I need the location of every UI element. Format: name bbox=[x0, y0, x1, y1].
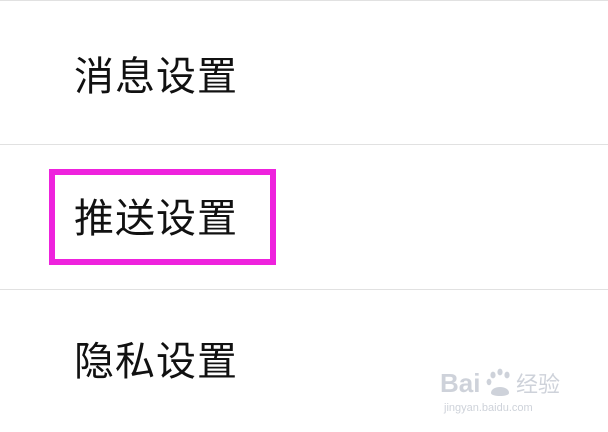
baidu-jingyan-logo: Bai 经验 bbox=[440, 368, 560, 398]
watermark-url: jingyan.baidu.com bbox=[444, 402, 533, 414]
settings-item-message[interactable]: 消息设置 bbox=[0, 1, 608, 144]
settings-item-label: 隐私设置 bbox=[74, 339, 238, 385]
settings-item-push[interactable]: 推送设置 bbox=[0, 145, 608, 289]
svg-text:Bai: Bai bbox=[440, 368, 480, 398]
svg-text:经验: 经验 bbox=[516, 373, 560, 398]
settings-item-label: 消息设置 bbox=[74, 54, 238, 100]
watermark: Bai 经验 jingyan.baidu.com bbox=[440, 366, 580, 416]
settings-item-label: 推送设置 bbox=[74, 196, 238, 242]
